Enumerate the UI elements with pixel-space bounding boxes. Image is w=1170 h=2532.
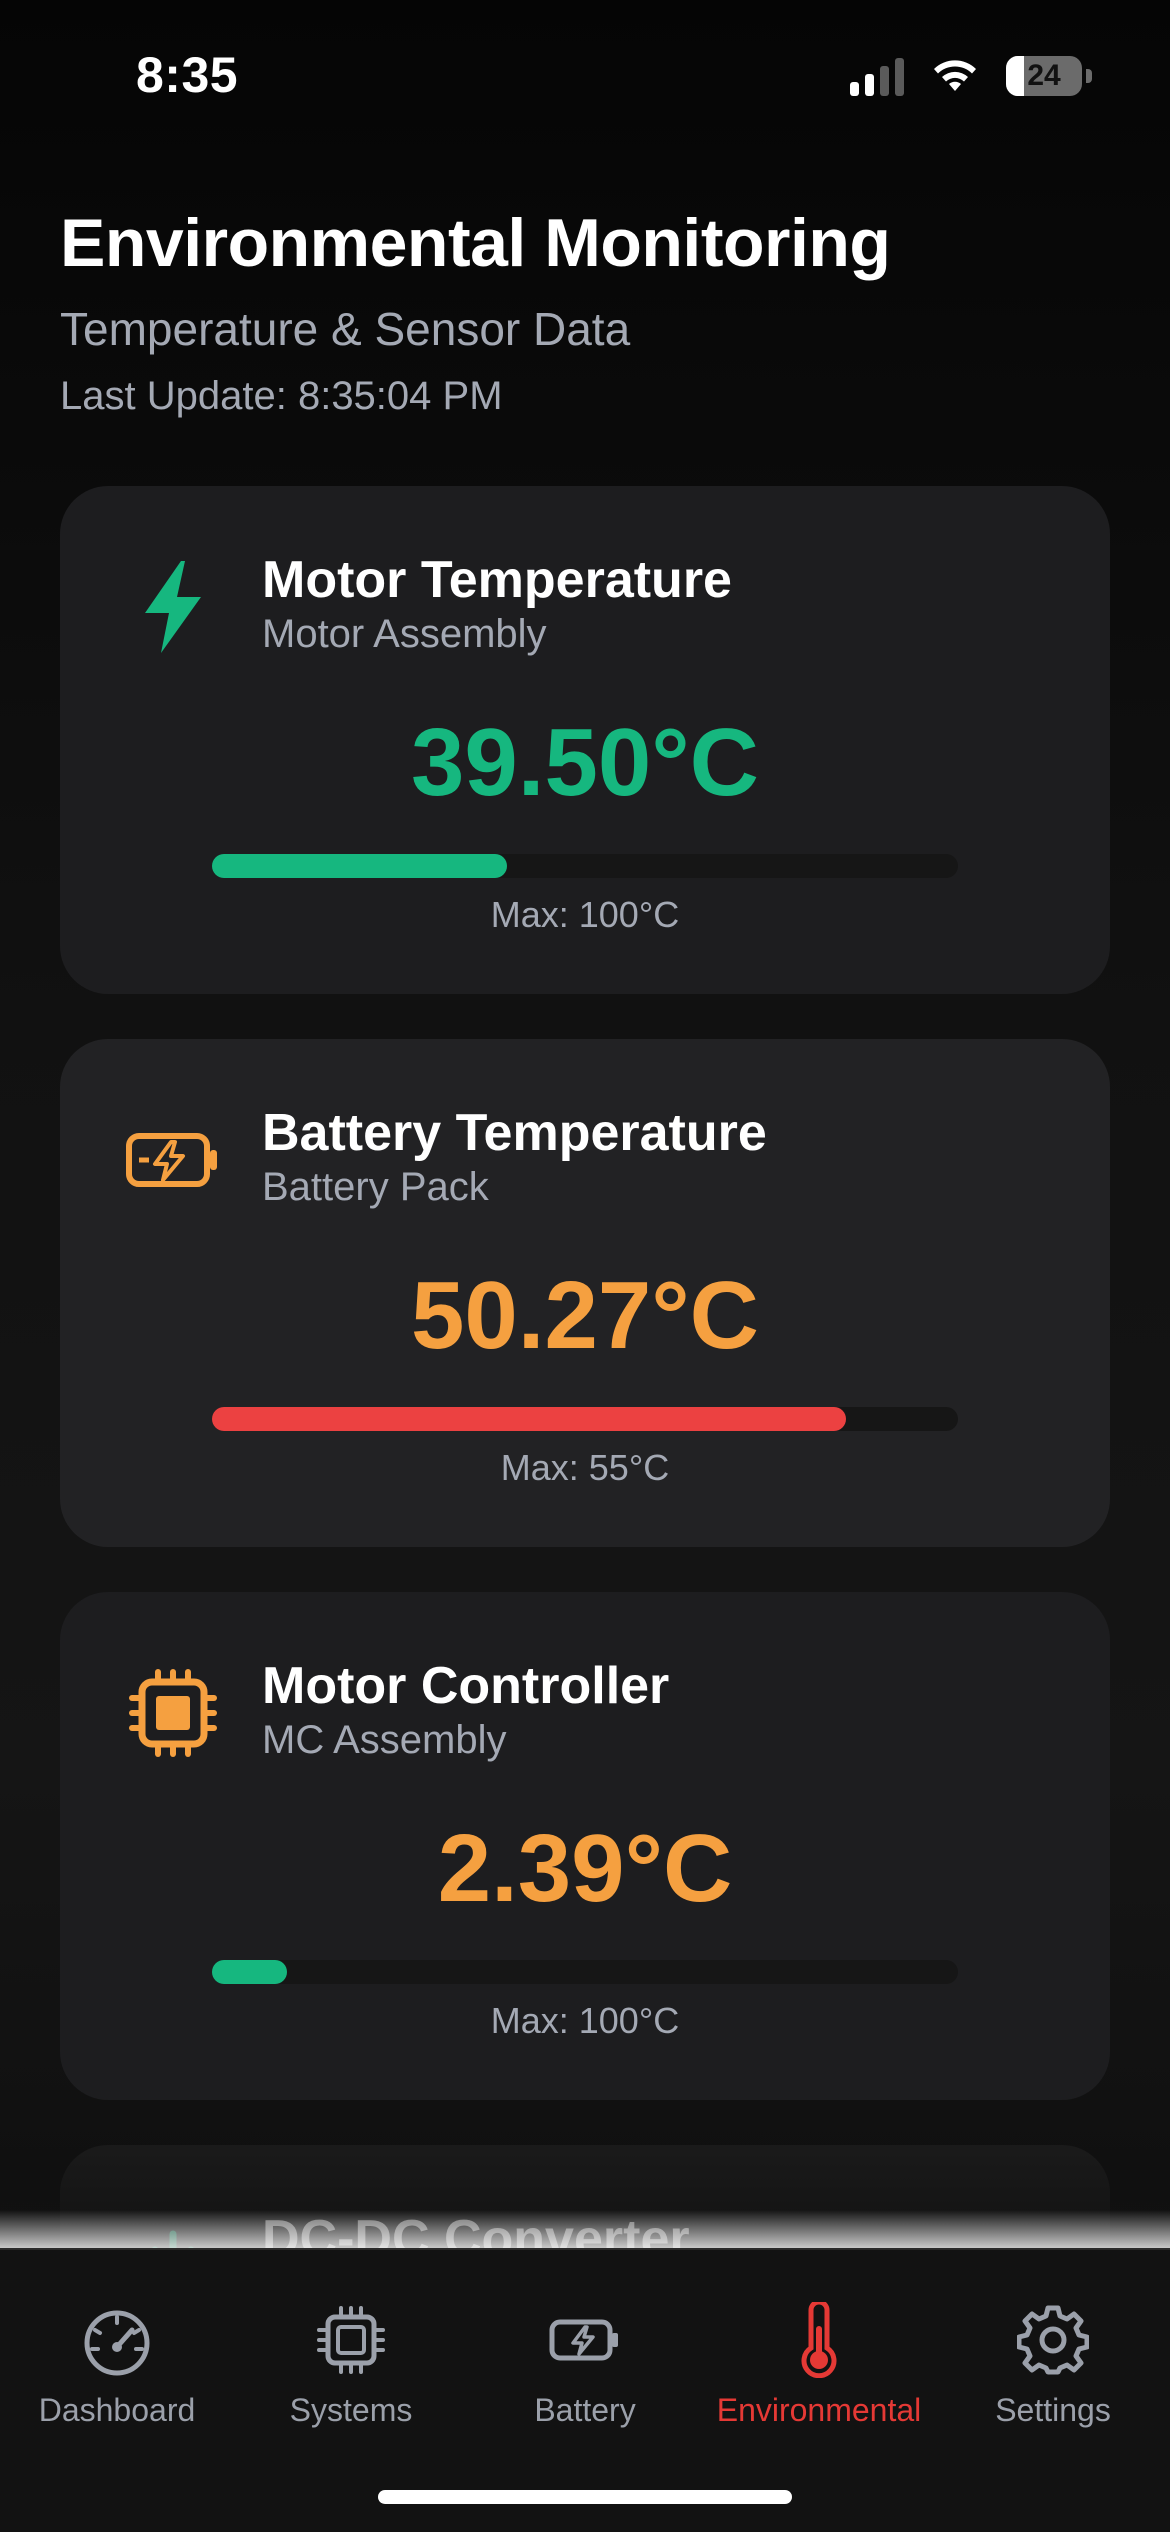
- progress-fill: [212, 1407, 847, 1431]
- thermometer-icon: [779, 2300, 859, 2380]
- progress-track: [212, 1960, 958, 1984]
- page-title: Environmental Monitoring: [60, 205, 891, 281]
- card-value: 39.50°C: [411, 709, 759, 816]
- battery-temperature-card[interactable]: Battery Temperature Battery Pack 50.27°C…: [60, 1039, 1110, 1547]
- card-title: Battery Temperature: [262, 1104, 767, 1162]
- battery-level: 24: [1027, 59, 1061, 92]
- motor-temperature-card[interactable]: Motor Temperature Motor Assembly 39.50°C…: [60, 486, 1110, 994]
- card-subtitle: MC Assembly: [262, 1718, 507, 1762]
- tab-label: Dashboard: [38, 2392, 196, 2428]
- status-time: 8:35: [136, 47, 239, 103]
- card-value: 50.27°C: [411, 1262, 759, 1369]
- progress-track: [212, 1407, 958, 1431]
- page-subtitle: Temperature & Sensor Data: [60, 303, 631, 355]
- card-subtitle: Motor Assembly: [262, 612, 547, 656]
- gear-icon: [1013, 2300, 1093, 2380]
- progress-fill: [212, 854, 507, 878]
- lightning-bolt-icon: [120, 554, 226, 660]
- progress-track: [212, 854, 958, 878]
- environmental-screen: 8:35 24 Environmental Monitoring Tempera…: [0, 0, 1170, 2532]
- battery-charging-icon: [120, 1107, 226, 1213]
- battery-status-icon: 24: [1006, 56, 1082, 96]
- last-update-label: Last Update:: [60, 374, 287, 418]
- card-max: Max: 100°C: [490, 894, 680, 935]
- last-update: Last Update: 8:35:04 PM: [60, 374, 503, 419]
- cellular-signal-icon: [850, 56, 904, 96]
- tab-label: Systems: [289, 2392, 413, 2428]
- tab-dashboard[interactable]: Dashboard: [0, 2300, 234, 2450]
- motor-controller-card[interactable]: Motor Controller MC Assembly 2.39°C Max:…: [60, 1592, 1110, 2100]
- card-value: 2.39°C: [437, 1815, 733, 1922]
- status-bar: 8:35 24: [0, 0, 1170, 150]
- tab-battery[interactable]: Battery: [468, 2300, 702, 2450]
- battery-tip: [1086, 69, 1092, 83]
- status-icons: 24: [850, 54, 1092, 98]
- progress-fill: [212, 1960, 287, 1984]
- tab-label: Settings: [995, 2392, 1111, 2428]
- home-indicator[interactable]: [378, 2490, 792, 2504]
- tab-environmental[interactable]: Environmental: [702, 2300, 936, 2450]
- tab-systems[interactable]: Systems: [234, 2300, 468, 2450]
- cpu-chip-icon: [120, 1660, 226, 1766]
- tab-label: Environmental: [716, 2392, 922, 2428]
- last-update-time: 8:35:04 PM: [297, 374, 503, 418]
- card-title: Motor Temperature: [262, 551, 732, 609]
- tab-label: Battery: [534, 2392, 636, 2428]
- cpu-chip-icon: [311, 2300, 391, 2380]
- card-title: Motor Controller: [262, 1657, 670, 1715]
- tab-settings[interactable]: Settings: [936, 2300, 1170, 2450]
- card-subtitle: Battery Pack: [262, 1165, 489, 1209]
- card-max: Max: 55°C: [500, 1447, 670, 1488]
- speedometer-icon: [77, 2300, 157, 2380]
- wifi-icon: [934, 60, 976, 91]
- battery-charging-icon: [545, 2300, 625, 2380]
- card-max: Max: 100°C: [490, 2000, 680, 2041]
